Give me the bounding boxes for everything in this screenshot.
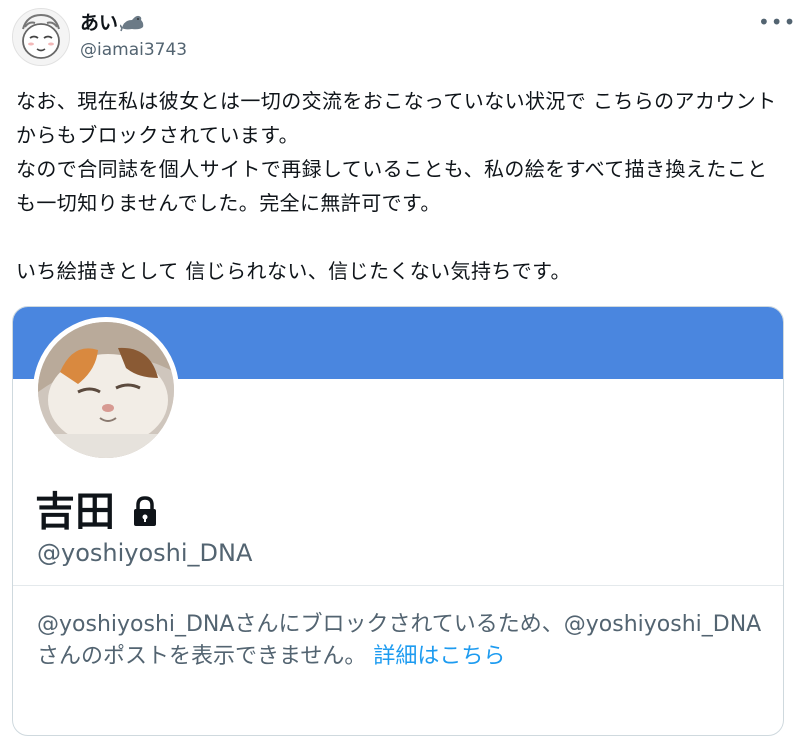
blocked-profile-card[interactable]: 吉田 @yoshiyoshi_DNA @yoshiyoshi_DNAさんにブロッ… [12,306,784,736]
profile-handle: @yoshiyoshi_DNA [37,539,253,567]
profile-name: 吉田 [35,489,115,535]
cat-photo-drawing [38,322,174,458]
card-divider [13,585,783,586]
blocked-notice: @yoshiyoshi_DNAさんにブロックされているため、@yoshiyosh… [37,609,767,673]
more-horizontal-icon[interactable]: ••• [758,10,795,34]
learn-more-link[interactable]: 詳細はこちら [373,644,505,669]
author-name-row[interactable]: あい [80,8,146,35]
profile-avatar[interactable] [33,317,179,463]
profile-name-row: 吉田 [35,479,159,537]
lock-icon [131,492,159,526]
author-name[interactable]: あい [80,8,118,35]
author-handle[interactable]: @iamai3743 [80,40,187,60]
post-text: なお、現在私は彼女とは一切の交流をおこなっていない状況で こちらのアカウントから… [16,89,777,283]
author-avatar[interactable] [12,8,70,66]
seal-icon [119,12,146,32]
avatar-face-drawing [13,9,69,65]
